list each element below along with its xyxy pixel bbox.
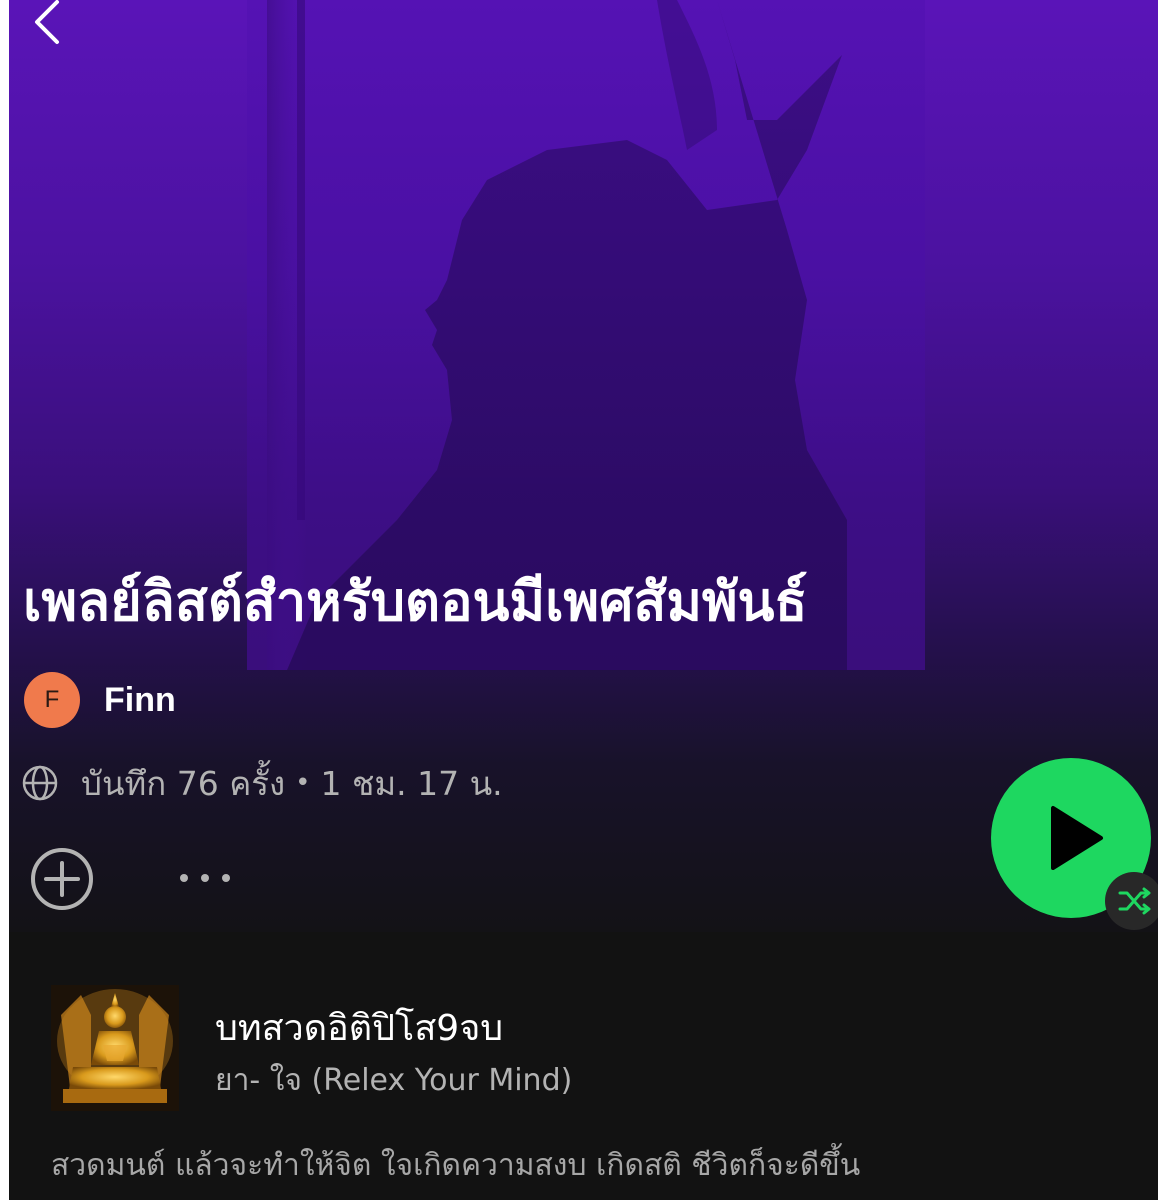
shuffle-icon: [1118, 887, 1151, 915]
playlist-meta: บันทึก 76 ครั้ง • 1 ชม. 17 น.: [21, 758, 503, 808]
add-to-library-button[interactable]: [29, 846, 95, 912]
playlist-duration: 1 ชม. 17 น.: [320, 763, 503, 803]
save-count: บันทึก 76 ครั้ง: [81, 763, 286, 803]
globe-icon: [22, 765, 58, 801]
more-horizontal-icon: [180, 874, 230, 882]
avatar-initial: F: [44, 686, 60, 713]
plus-circle-icon: [31, 848, 93, 910]
track-artist: ยา- ใจ (Relex Your Mind): [215, 1063, 573, 1098]
more-options-button[interactable]: [175, 864, 235, 892]
golden-buddha-statue-image: [51, 985, 179, 1111]
playlist-header: เพลย์ลิสต์สำหรับตอนมีเพศสัมพันธ์ F Finn …: [9, 0, 1158, 932]
owner-row[interactable]: F Finn: [24, 672, 176, 728]
playlist-title: เพลย์ลิสต์สำหรับตอนมีเพศสัมพันธ์: [23, 570, 808, 633]
owner-name[interactable]: Finn: [104, 681, 176, 720]
shuffle-button[interactable]: [1105, 872, 1158, 930]
track-title: บทสวดอิติปิโส9จบ: [215, 1008, 504, 1049]
track-description: สวดมนต์ แล้วจะทำให้จิต ใจเกิดความสงบ เกิ…: [51, 1148, 861, 1183]
track-row[interactable]: บทสวดอิติปิโส9จบ ยา- ใจ (Relex Your Mind…: [51, 985, 1141, 1111]
meta-separator: •: [295, 768, 311, 798]
avatar[interactable]: F: [24, 672, 80, 728]
track-artwork: [51, 985, 179, 1111]
chevron-left-icon: [35, 0, 59, 44]
playlist-screen: เพลย์ลิสต์สำหรับตอนมีเพศสัมพันธ์ F Finn …: [9, 0, 1158, 1200]
back-button[interactable]: [27, 0, 67, 46]
